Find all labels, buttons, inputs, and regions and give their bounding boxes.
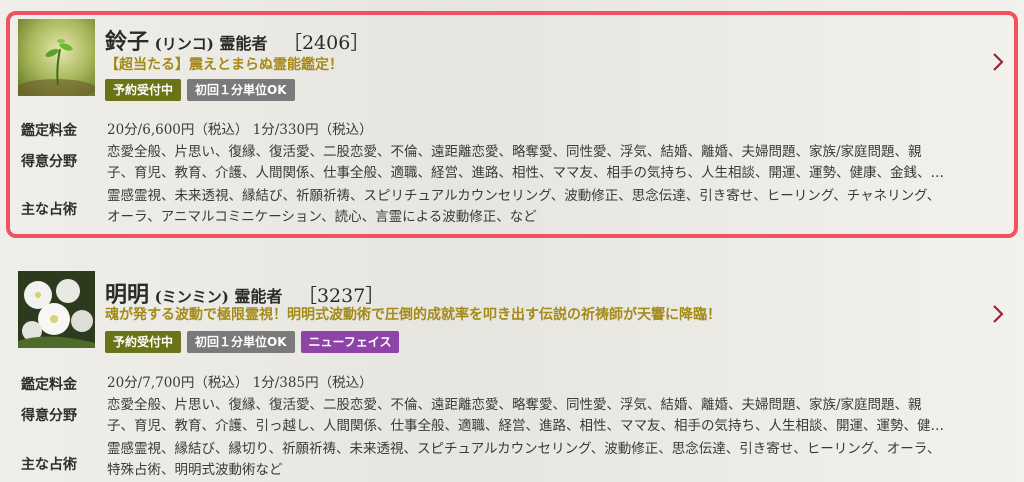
fee-label: 鑑定料金: [21, 123, 77, 139]
fee-value: 20分/6,600円（税込） 1分/330円（税込）: [107, 122, 373, 138]
specialty-line: 子、育児、教育、介護、引っ越し、人間関係、仕事全般、適職、経営、進路、相性、ママ…: [107, 418, 944, 434]
specialty-label: 得意分野: [21, 154, 77, 170]
name-line[interactable]: 鈴子 (リンコ) 霊能者 ［2406］: [105, 24, 369, 56]
catchphrase: 【超当たる】震えとまらぬ霊能鑑定！: [105, 57, 343, 73]
technique-label: 主な占術: [21, 457, 77, 473]
teller-kana: (リンコ): [154, 35, 214, 53]
specialty-value: 恋愛全般、片思い、復縁、復活愛、二股恋愛、不倫、遠距離恋愛、略奪愛、同性愛、浮気…: [107, 142, 997, 184]
technique-value: 霊感霊視、未来透視、縁結び、祈願祈祷、スピリチュアルカウンセリング、波動修正、思…: [107, 186, 997, 228]
technique-line: 特殊占術、明明式波動術など: [107, 462, 283, 478]
chevron-right-icon[interactable]: [990, 304, 1006, 324]
fee-label: 鑑定料金: [21, 377, 77, 393]
technique-line: 霊感霊視、未来透視、縁結び、祈願祈祷、スピリチュアルカウンセリング、波動修正、思…: [107, 188, 941, 204]
specialty-value: 恋愛全般、片思い、復縁、復活愛、二股恋愛、不倫、遠距離恋愛、略奪愛、同性愛、浮気…: [107, 395, 997, 437]
fortune-teller-card-minmin[interactable]: 明明 (ミンミン) 霊能者 ［3237］ 魂が発する波動で極限霊視！明明式波動術…: [0, 242, 1024, 482]
fee-value: 20分/7,700円（税込） 1分/385円（税込）: [107, 375, 373, 391]
badge-reservation: 予約受付中: [105, 331, 182, 353]
technique-value: 霊感霊視、縁結び、縁切り、祈願祈祷、未来透視、スピチュアルカウンセリング、波動修…: [107, 439, 997, 481]
profile-thumbnail[interactable]: [18, 271, 95, 348]
badge-group: 予約受付中 初回１分単位OK ニューフェイス: [105, 331, 400, 353]
chevron-right-icon[interactable]: [990, 52, 1006, 72]
badge-first-minute: 初回１分単位OK: [187, 331, 295, 353]
badge-reservation: 予約受付中: [105, 79, 182, 101]
technique-label: 主な占術: [21, 202, 77, 218]
specialty-label: 得意分野: [21, 408, 77, 424]
teller-name[interactable]: 鈴子: [105, 29, 149, 55]
catchphrase: 魂が発する波動で極限霊視！明明式波動術で圧倒的成就率を叩き出す伝説の祈祷師が天響…: [105, 307, 721, 323]
fortune-teller-card-rinko[interactable]: 鈴子 (リンコ) 霊能者 ［2406］ 【超当たる】震えとまらぬ霊能鑑定！ 予約…: [0, 0, 1024, 242]
teller-number: ［2406］: [282, 32, 370, 54]
badge-new-face: ニューフェイス: [300, 331, 400, 353]
specialty-line: 恋愛全般、片思い、復縁、復活愛、二股恋愛、不倫、遠距離恋愛、略奪愛、同性愛、浮気…: [107, 144, 922, 160]
technique-line: 霊感霊視、縁結び、縁切り、祈願祈祷、未来透視、スピチュアルカウンセリング、波動修…: [107, 441, 941, 457]
teller-rank: 霊能者: [219, 34, 268, 53]
technique-line: オーラ、アニマルコミニケーション、読心、言霊による波動修正、など: [107, 209, 537, 225]
badge-group: 予約受付中 初回１分単位OK: [105, 79, 295, 101]
badge-first-minute: 初回１分単位OK: [187, 79, 295, 101]
specialty-line: 子、育児、教育、介護、人間関係、仕事全般、適職、経営、進路、相性、ママ友、相手の…: [107, 165, 944, 181]
specialty-line: 恋愛全般、片思い、復縁、復活愛、二股恋愛、不倫、遠距離恋愛、略奪愛、同性愛、浮気…: [107, 397, 922, 413]
profile-thumbnail[interactable]: [18, 19, 95, 96]
